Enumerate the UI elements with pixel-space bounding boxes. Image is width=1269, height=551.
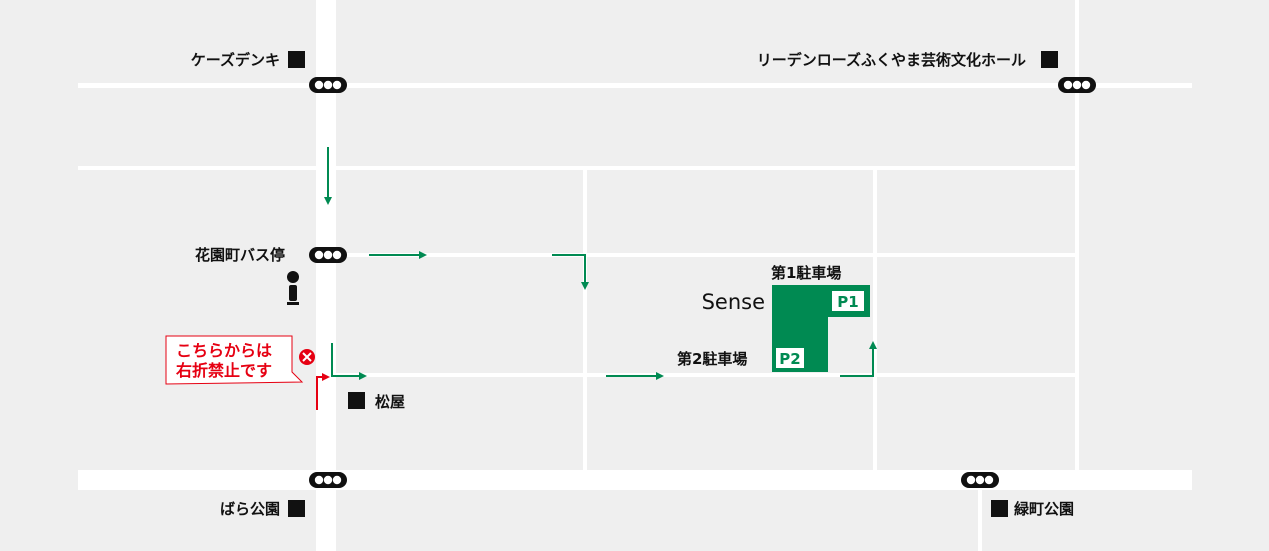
parking2-badge-text: P2 [779, 350, 800, 368]
road-2 [78, 166, 1078, 170]
label-parking1: 第1駐車場 [771, 264, 841, 282]
label-k-denki: ケーズデンキ [191, 51, 280, 69]
road-v3 [1075, 0, 1079, 470]
label-bara-park: ばら公園 [220, 500, 280, 518]
route-arrow-icon [552, 254, 589, 290]
traffic-light-icon [1058, 77, 1096, 93]
road-v4 [978, 490, 982, 551]
landmark-square-icon [288, 51, 305, 68]
route-arrow-icon [840, 341, 877, 377]
warning-callout: こちらからは 右折禁止です [165, 335, 304, 385]
traffic-lights [309, 77, 1096, 488]
label-midorimachi-park: 緑町公園 [1014, 500, 1074, 518]
landmark-square-icon [288, 500, 305, 517]
landmark-square-icon [991, 500, 1008, 517]
parking1-badge-text: P1 [837, 293, 858, 311]
person-icon [287, 271, 299, 305]
label-sense: Sense [702, 290, 765, 314]
label-matsuya: 松屋 [375, 393, 405, 411]
traffic-light-icon [961, 472, 999, 488]
roads [78, 0, 1192, 551]
warning-text-line1: こちらからは [176, 341, 272, 360]
label-hall: リーデンローズふくやま芸術文化ホール [757, 51, 1026, 69]
traffic-light-icon [309, 472, 347, 488]
traffic-light-icon [309, 77, 347, 93]
road-top [78, 83, 1192, 88]
route-arrow-icon [331, 343, 367, 380]
road-4 [336, 373, 1078, 377]
traffic-light-icon [309, 247, 347, 263]
map-canvas: こちらからは 右折禁止です ケーズデンキ リーデンローズふくやま芸術文化ホール … [78, 0, 1192, 551]
road-3 [336, 253, 1078, 257]
landmark-square-icon [348, 392, 365, 409]
label-bus-stop: 花園町バス停 [195, 246, 285, 264]
label-parking2: 第2駐車場 [677, 350, 747, 368]
road-v1 [583, 168, 587, 470]
destination-building[interactable]: P1 P2 [772, 285, 870, 372]
access-map: こちらからは 右折禁止です ケーズデンキ リーデンローズふくやま芸術文化ホール … [0, 0, 1269, 551]
landmark-square-icon [1041, 51, 1058, 68]
main-road-bottom [78, 470, 1192, 490]
road-v2 [873, 168, 877, 470]
warning-text-line2: 右折禁止です [176, 361, 272, 380]
no-entry-icon [299, 349, 315, 365]
landmark-markers [288, 51, 1058, 517]
